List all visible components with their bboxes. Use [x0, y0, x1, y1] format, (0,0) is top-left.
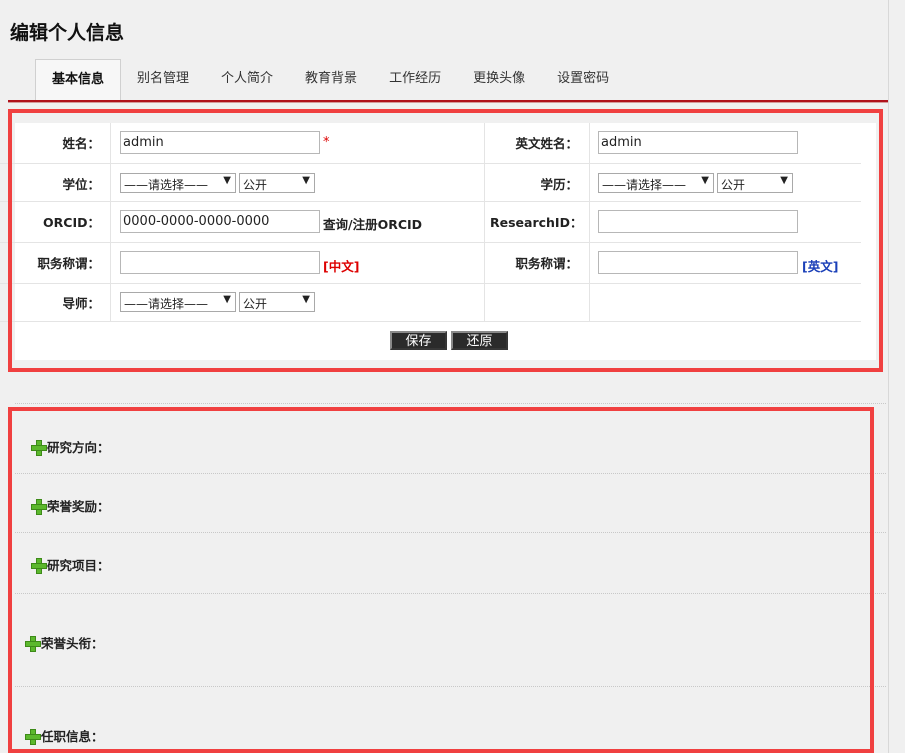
- english-name-input[interactable]: [598, 131, 798, 154]
- separator: [15, 403, 886, 404]
- add-icon: [25, 728, 41, 745]
- title-cn-input[interactable]: [120, 251, 320, 274]
- title-cn-label: 职务称谓：: [37, 256, 100, 271]
- education-visibility-select[interactable]: 公开 ▼: [717, 173, 793, 193]
- add-icon: [31, 439, 47, 456]
- section-research-projects[interactable]: 研究项目：: [31, 555, 110, 574]
- education-label: 学历：: [540, 177, 578, 192]
- section-honorary-titles[interactable]: 荣誉头衔：: [25, 633, 104, 652]
- mentor-visibility-select[interactable]: 公开 ▼: [239, 292, 315, 312]
- column-divider: [110, 123, 111, 321]
- dropdown-arrow-icon: ▼: [701, 175, 709, 186]
- mentor-label: 导师：: [62, 296, 100, 311]
- add-icon: [25, 635, 41, 652]
- title-en-label: 职务称谓：: [515, 256, 578, 271]
- tab-education[interactable]: 教育背景: [289, 59, 373, 100]
- tab-bar: 基本信息 别名管理 个人简介 教育背景 工作经历 更换头像 设置密码: [35, 59, 625, 100]
- chinese-tag: [中文]: [323, 259, 360, 274]
- add-icon: [31, 498, 47, 515]
- name-label: 姓名：: [62, 136, 100, 151]
- english-name-label: 英文姓名：: [515, 136, 578, 151]
- save-button[interactable]: 保存: [390, 331, 447, 350]
- tab-alias[interactable]: 别名管理: [121, 59, 205, 100]
- column-divider: [589, 123, 590, 321]
- degree-visibility-select[interactable]: 公开 ▼: [239, 173, 315, 193]
- tab-avatar[interactable]: 更换头像: [457, 59, 541, 100]
- column-divider: [484, 123, 485, 321]
- page-title: 编辑个人信息: [10, 22, 125, 44]
- tab-profile[interactable]: 个人简介: [205, 59, 289, 100]
- mentor-select[interactable]: ——请选择—— ▼: [120, 292, 236, 312]
- section-label: 荣誉奖励：: [47, 499, 110, 514]
- required-mark: *: [323, 135, 330, 150]
- education-select[interactable]: ——请选择—— ▼: [598, 173, 714, 193]
- separator: [15, 532, 886, 533]
- dropdown-arrow-icon: ▼: [223, 175, 231, 186]
- section-label: 研究方向：: [47, 440, 110, 455]
- tab-password[interactable]: 设置密码: [541, 59, 625, 100]
- tab-underline: [8, 100, 888, 103]
- section-research-direction[interactable]: 研究方向：: [31, 437, 110, 456]
- degree-label: 学位：: [62, 177, 100, 192]
- tab-work[interactable]: 工作经历: [373, 59, 457, 100]
- reset-button[interactable]: 还原: [451, 331, 508, 350]
- right-edge: [888, 0, 905, 753]
- orcid-register-link[interactable]: 查询/注册ORCID: [323, 214, 422, 233]
- researchid-input[interactable]: [598, 210, 798, 233]
- dropdown-arrow-icon: ▼: [302, 175, 310, 186]
- orcid-input[interactable]: [120, 210, 320, 233]
- dropdown-arrow-icon: ▼: [223, 294, 231, 305]
- separator: [15, 686, 886, 687]
- name-input[interactable]: [120, 131, 320, 154]
- degree-select[interactable]: ——请选择—— ▼: [120, 173, 236, 193]
- separator: [15, 473, 886, 474]
- section-label: 荣誉头衔：: [41, 636, 104, 651]
- researchid-label: ResearchID：: [490, 215, 583, 230]
- orcid-label: ORCID：: [43, 215, 100, 230]
- sections-highlight-box: [8, 407, 874, 753]
- section-label: 任职信息：: [41, 729, 104, 744]
- title-en-input[interactable]: [598, 251, 798, 274]
- english-tag: [英文]: [802, 259, 839, 274]
- dropdown-arrow-icon: ▼: [302, 294, 310, 305]
- separator: [15, 593, 886, 594]
- section-positions[interactable]: 任职信息：: [25, 726, 104, 745]
- add-icon: [31, 557, 47, 574]
- tab-basic-info[interactable]: 基本信息: [35, 59, 122, 100]
- section-label: 研究项目：: [47, 558, 110, 573]
- section-honors-awards[interactable]: 荣誉奖励：: [31, 496, 110, 515]
- dropdown-arrow-icon: ▼: [780, 175, 788, 186]
